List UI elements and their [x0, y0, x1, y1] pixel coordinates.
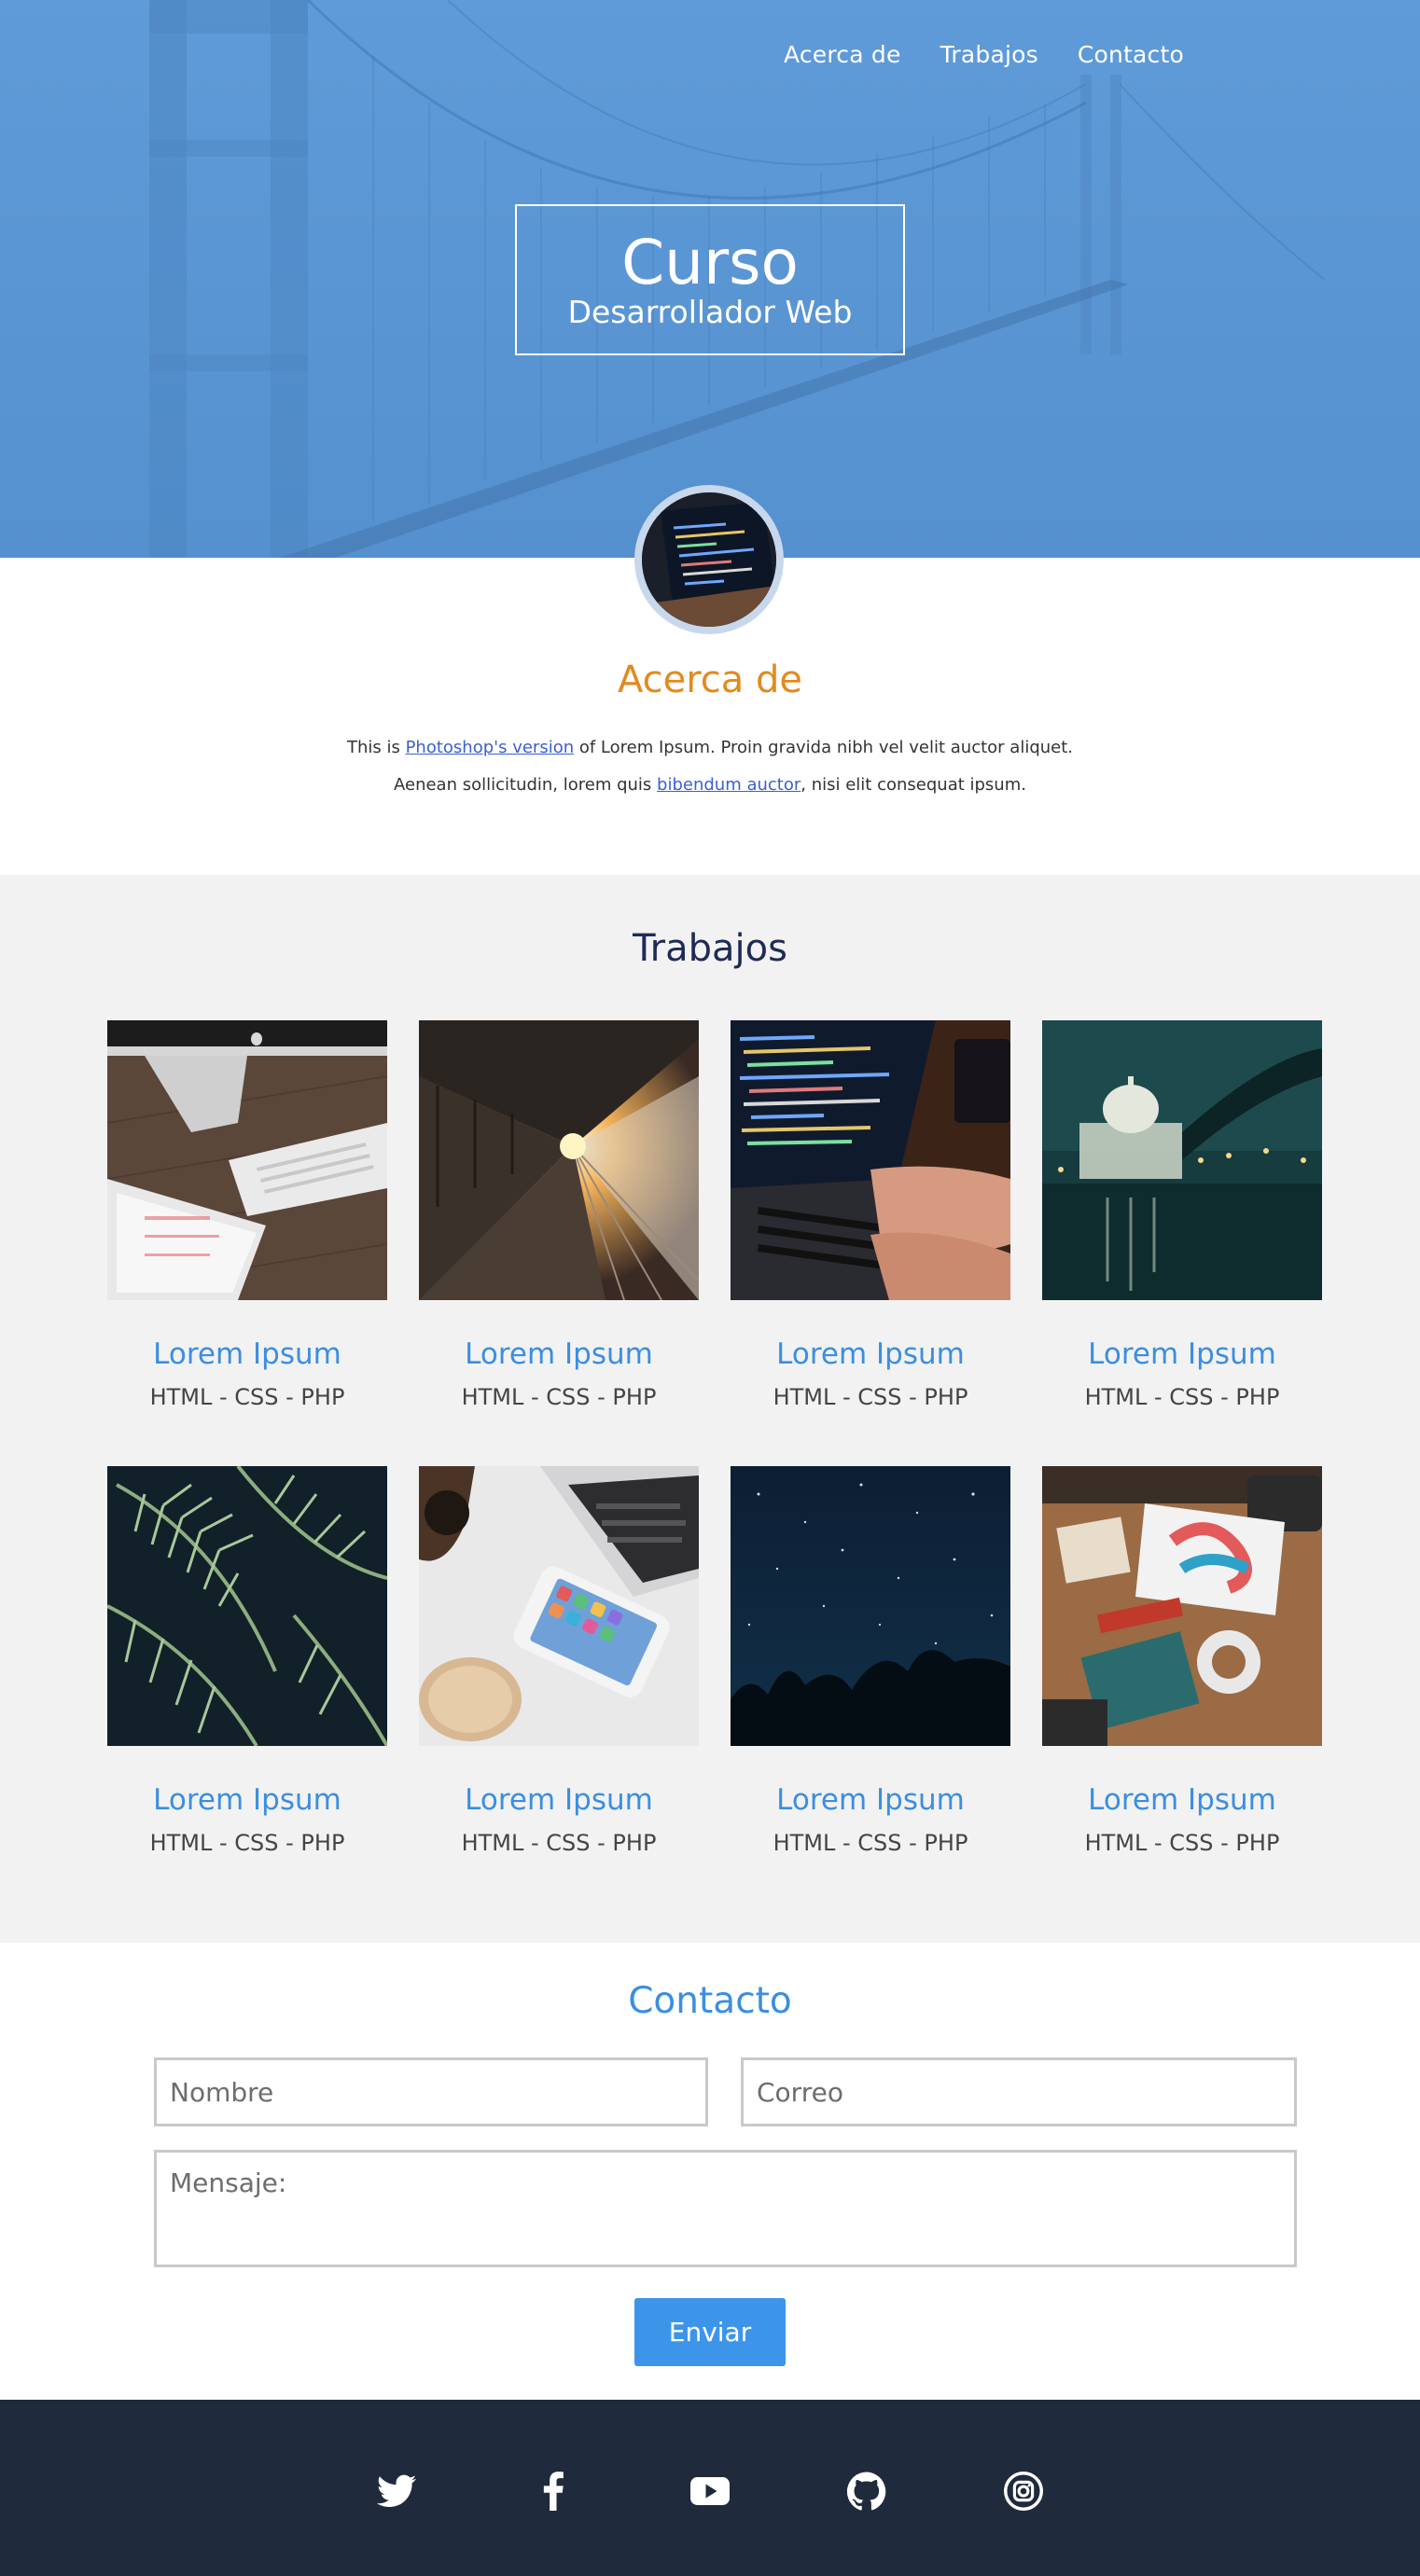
bibendum-auctor-link[interactable]: bibendum auctor — [657, 775, 800, 795]
work-card-title: Lorem Ipsum — [153, 1337, 341, 1371]
instagram-icon[interactable] — [1000, 2468, 1047, 2514]
work-card-title: Lorem Ipsum — [776, 1337, 965, 1371]
social-links — [0, 2468, 1420, 2514]
hands-typing-code-on-laptop-image — [731, 1020, 1010, 1300]
work-card[interactable]: Lorem Ipsum HTML - CSS - PHP — [419, 1020, 699, 1466]
work-card[interactable]: Lorem Ipsum HTML - CSS - PHP — [107, 1020, 387, 1466]
work-card[interactable]: Lorem Ipsum HTML - CSS - PHP — [107, 1466, 387, 1912]
about-text-part: This is — [346, 738, 406, 757]
work-card-tags: HTML - CSS - PHP — [149, 1830, 345, 1856]
laptop-phone-coffee-flatlay-image — [419, 1466, 699, 1746]
about-heading: Acerca de — [617, 658, 803, 701]
twitter-icon[interactable] — [373, 2468, 420, 2514]
contact-section: Contacto Enviar — [0, 1943, 1420, 2400]
about-text-part: , nisi elit consequat ipsum. — [800, 775, 1026, 795]
send-button[interactable]: Enviar — [634, 2298, 786, 2366]
hero-banner: Acerca de Trabajos Contacto Curso Desarr… — [0, 0, 1420, 558]
contact-heading: Contacto — [628, 1980, 792, 2022]
youtube-icon[interactable] — [687, 2468, 733, 2514]
nav-link-works[interactable]: Trabajos — [940, 41, 1038, 68]
message-field[interactable] — [154, 2150, 1297, 2267]
work-card[interactable]: Lorem Ipsum HTML - CSS - PHP — [419, 1466, 699, 1912]
hero-title-box: Curso Desarrollador Web — [515, 204, 905, 355]
work-card-title: Lorem Ipsum — [153, 1783, 341, 1817]
photoshop-version-link[interactable]: Photoshop's version — [406, 738, 575, 757]
about-text: This is Photoshop's version of Lorem Ips… — [345, 729, 1075, 804]
avatar — [634, 485, 784, 634]
work-card[interactable]: Lorem Ipsum HTML - CSS - PHP — [1042, 1020, 1322, 1466]
work-card-tags: HTML - CSS - PHP — [149, 1384, 345, 1410]
main-nav: Acerca de Trabajos Contacto — [784, 41, 1184, 68]
work-card-tags: HTML - CSS - PHP — [773, 1830, 968, 1856]
facebook-icon[interactable] — [530, 2468, 577, 2514]
hero-subtitle: Desarrollador Web — [567, 294, 853, 330]
email-field[interactable] — [741, 2057, 1297, 2126]
works-grid: Lorem Ipsum HTML - CSS - PHP Lorem Ipsum… — [107, 1020, 1322, 1912]
nav-link-contact[interactable]: Contacto — [1078, 41, 1184, 68]
name-field[interactable] — [154, 2057, 708, 2126]
github-icon[interactable] — [843, 2468, 890, 2514]
work-card-title: Lorem Ipsum — [1088, 1337, 1276, 1371]
hero-title: Curso — [621, 227, 799, 298]
nav-link-about[interactable]: Acerca de — [784, 41, 901, 68]
work-card-tags: HTML - CSS - PHP — [1084, 1384, 1280, 1410]
work-card-tags: HTML - CSS - PHP — [1084, 1830, 1280, 1856]
work-card[interactable]: Lorem Ipsum HTML - CSS - PHP — [731, 1466, 1010, 1912]
train-platform-at-sunset-image — [419, 1020, 699, 1300]
work-card[interactable]: Lorem Ipsum HTML - CSS - PHP — [1042, 1466, 1322, 1912]
city-cathedral-at-night-by-river-image — [1042, 1020, 1322, 1300]
work-card-tags: HTML - CSS - PHP — [461, 1830, 657, 1856]
work-card-tags: HTML - CSS - PHP — [773, 1384, 968, 1410]
design-workspace-flatlay-image — [1042, 1466, 1322, 1746]
work-card-tags: HTML - CSS - PHP — [461, 1384, 657, 1410]
starry-night-sky-over-trees-image — [731, 1466, 1010, 1746]
desk-with-imac-keyboard-tablet-image — [107, 1020, 387, 1300]
work-card-title: Lorem Ipsum — [776, 1783, 965, 1817]
fern-leaves-image — [107, 1466, 387, 1746]
works-heading: Trabajos — [633, 927, 787, 970]
work-card-title: Lorem Ipsum — [465, 1337, 653, 1371]
work-card[interactable]: Lorem Ipsum HTML - CSS - PHP — [731, 1020, 1010, 1466]
avatar-image — [642, 492, 776, 627]
work-card-title: Lorem Ipsum — [465, 1783, 653, 1817]
works-section: Trabajos Lorem Ipsum HTML - CSS - PHP Lo… — [0, 875, 1420, 1943]
work-card-title: Lorem Ipsum — [1088, 1783, 1276, 1817]
footer — [0, 2400, 1420, 2576]
